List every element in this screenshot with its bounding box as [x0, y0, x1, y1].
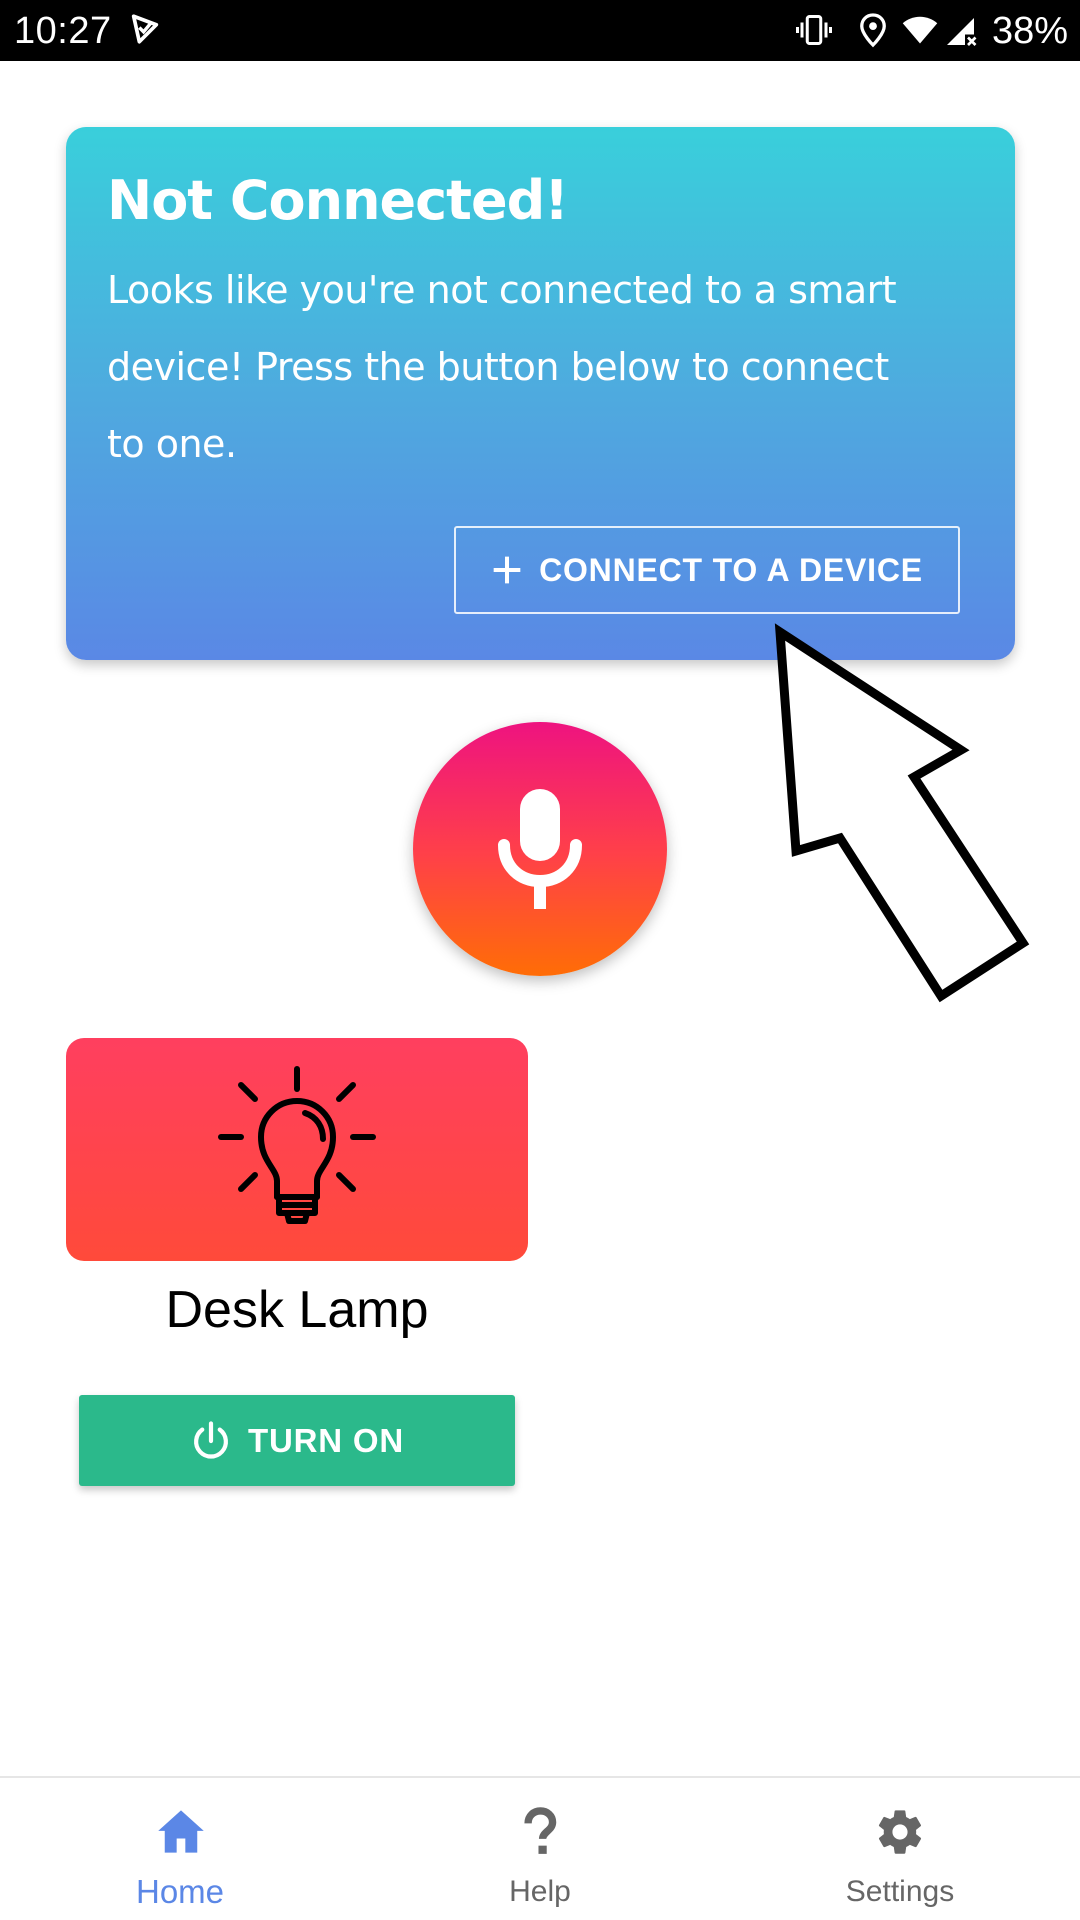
- lightbulb-icon: [218, 1065, 376, 1224]
- device-tile-desk-lamp[interactable]: [66, 1038, 528, 1261]
- nav-label-help: Help: [509, 1875, 571, 1908]
- arrow-pointer-icon: [774, 623, 1030, 1003]
- device-name: Desk Lamp: [165, 1281, 429, 1339]
- nav-item-settings[interactable]: Settings: [720, 1778, 1080, 1920]
- location-icon: [860, 13, 886, 48]
- card-message: Looks like you're not connected to a sma…: [107, 268, 897, 466]
- battery-percent: 38%: [991, 10, 1068, 52]
- plus-icon: [493, 556, 521, 584]
- turn-on-label: TURN ON: [248, 1421, 404, 1459]
- not-connected-card: Not Connected! Looks like you're not con…: [66, 127, 1015, 660]
- wifi-icon: [902, 16, 938, 44]
- connect-to-device-button[interactable]: CONNECT TO A DEVICE: [454, 526, 960, 614]
- microphone-icon: [498, 789, 582, 909]
- power-icon: [194, 1420, 228, 1459]
- turn-on-button[interactable]: TURN ON: [79, 1395, 515, 1486]
- cellular-signal-icon: [947, 18, 977, 46]
- nav-item-home[interactable]: Home: [0, 1778, 360, 1920]
- home-icon: [158, 1810, 204, 1853]
- notification-check-icon: [131, 14, 159, 44]
- nav-label-home: Home: [135, 1873, 225, 1910]
- nav-label-settings: Settings: [845, 1875, 955, 1908]
- status-bar: 10:27 38%: [0, 0, 1080, 61]
- status-time: 10:27: [14, 10, 112, 52]
- bottom-navigation: Home Help Settings: [0, 1776, 1080, 1920]
- voice-command-button[interactable]: [413, 722, 667, 976]
- help-icon: [524, 1807, 557, 1854]
- vibrate-icon: [796, 15, 832, 45]
- connect-button-label: CONNECT TO A DEVICE: [539, 551, 923, 588]
- nav-item-help[interactable]: Help: [360, 1778, 720, 1920]
- settings-icon: [878, 1810, 922, 1854]
- card-title: Not Connected!: [107, 169, 569, 232]
